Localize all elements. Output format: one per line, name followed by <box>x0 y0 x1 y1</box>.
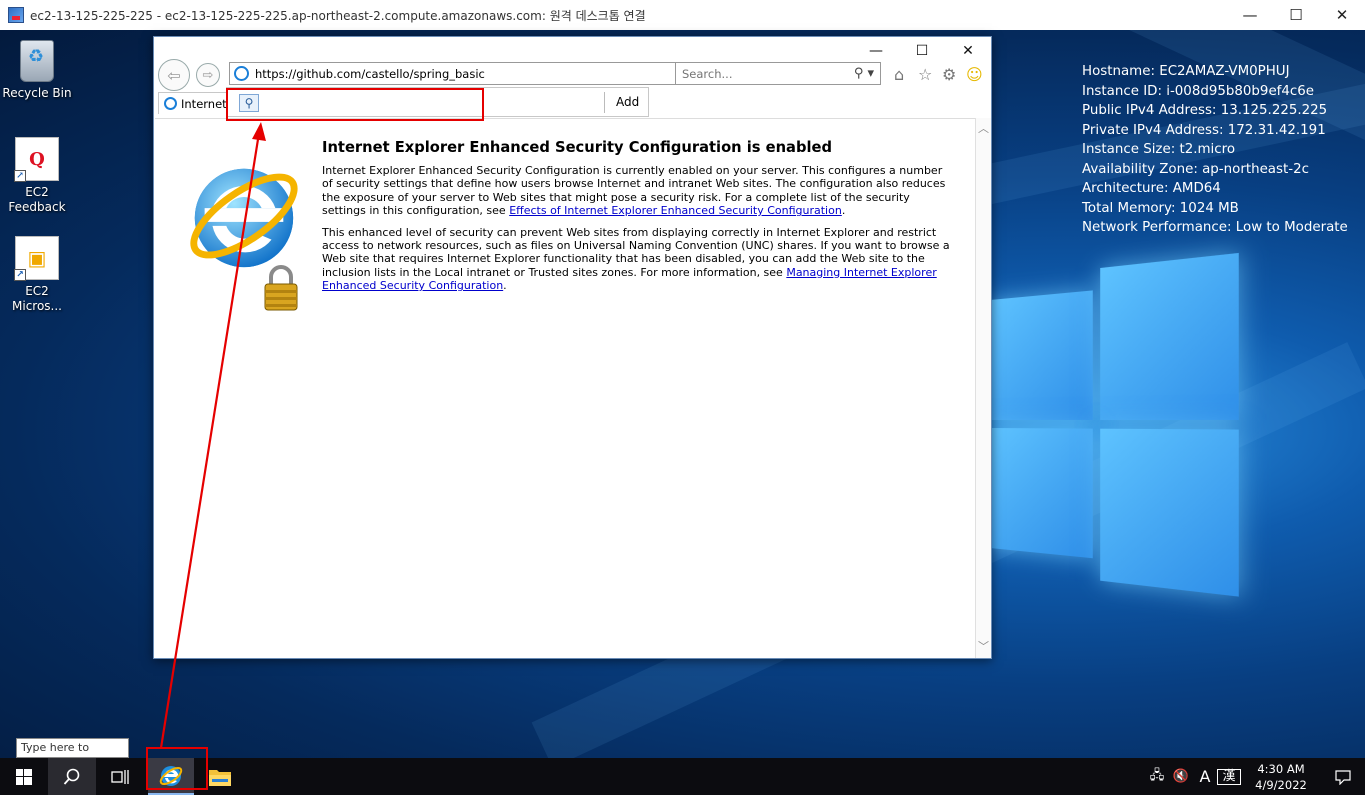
ie-close-button[interactable]: ✕ <box>945 37 991 65</box>
annotation-highlight-address <box>226 88 484 121</box>
back-button[interactable]: ⇦ <box>158 59 190 91</box>
feedback-app-icon: Q ↗ <box>14 137 59 182</box>
start-button[interactable] <box>0 758 48 795</box>
page-title: Internet Explorer Enhanced Security Conf… <box>322 139 832 156</box>
search-button[interactable] <box>48 758 96 795</box>
notification-icon <box>1335 769 1351 785</box>
sysinfo-line: Instance Size: t2.micro <box>1082 142 1236 157</box>
page-content: Internet Explorer Enhanced Security Conf… <box>155 118 975 658</box>
task-view-icon <box>111 769 129 784</box>
search-tooltip: Type here to search <box>16 738 129 772</box>
sysinfo-line: Public IPv4 Address: 13.125.225.225 <box>1082 103 1328 118</box>
divider <box>604 92 605 113</box>
vertical-scrollbar[interactable]: ︿ ﹀ <box>975 118 991 658</box>
esc-message: Internet Explorer Enhanced Security Conf… <box>322 139 952 301</box>
network-icon[interactable]: 🖧 <box>1145 766 1169 788</box>
korean-ime-indicator[interactable]: 漢 <box>1217 768 1241 785</box>
scroll-up-icon: ︿ <box>978 122 989 135</box>
input-method-indicator[interactable]: A <box>1193 767 1217 786</box>
feedback-smiley-icon[interactable]: ☺ <box>966 65 983 84</box>
link-effects-esc[interactable]: Effects of Internet Explorer Enhanced Se… <box>509 204 842 217</box>
clock-date: 4/9/2022 <box>1255 777 1307 792</box>
action-center-button[interactable] <box>1321 769 1365 785</box>
search-box[interactable]: ⚲ ▾ <box>675 62 881 85</box>
ie-page-icon <box>234 66 249 81</box>
clock-time: 4:30 AM <box>1257 761 1305 776</box>
sysinfo-line: Hostname: EC2AMAZ-VM0PHUJ <box>1082 64 1290 79</box>
sysinfo-line: Network Performance: Low to Moderate <box>1082 220 1348 235</box>
desktop-icon-ec2-feedback[interactable]: Q ↗ EC2 Feedback <box>2 137 72 215</box>
shortcut-arrow-icon: ↗ <box>14 170 26 182</box>
settings-gear-icon[interactable]: ⚙ <box>942 65 956 84</box>
bginfo-system-info: Hostname: EC2AMAZ-VM0PHUJ Instance ID: i… <box>1082 62 1348 238</box>
sysinfo-line: Instance ID: i-008d95b80b9ef4c6e <box>1082 83 1315 99</box>
forward-arrow-icon: ⇨ <box>202 67 214 83</box>
rdp-minimize-button[interactable]: — <box>1227 0 1273 30</box>
address-input[interactable] <box>255 66 655 81</box>
back-arrow-icon: ⇦ <box>167 65 181 85</box>
shortcut-arrow-icon: ↗ <box>14 269 26 281</box>
search-icon[interactable]: ⚲ ▾ <box>854 66 874 81</box>
clock[interactable]: 4:30 AM 4/9/2022 <box>1241 761 1321 793</box>
search-icon <box>63 768 80 785</box>
annotation-highlight-taskbar-ie <box>146 747 208 790</box>
windows-logo-wallpaper <box>990 241 1239 599</box>
windows-start-icon <box>16 768 32 785</box>
desktop-icon-recycle-bin[interactable]: Recycle Bin <box>2 40 72 101</box>
home-icon[interactable]: ⌂ <box>894 65 904 84</box>
system-tray: 🖧 🔇 A 漢 4:30 AM 4/9/2022 <box>1145 758 1365 795</box>
sysinfo-line: Architecture: AMD64 <box>1082 181 1221 196</box>
remote-desktop-icon <box>8 7 24 23</box>
forward-button[interactable]: ⇨ <box>196 63 220 87</box>
internet-explorer-window: — ☐ ✕ ⇦ ⇨ ▾ → ⚲ ▾ ⌂ ☆ ⚙ ☺ Internet ⚲ Add <box>153 36 992 659</box>
internet-explorer-logo-icon <box>190 168 298 268</box>
sysinfo-line: Total Memory: 1024 MB <box>1082 200 1239 216</box>
add-button[interactable]: Add <box>616 95 639 109</box>
folder-icon <box>209 769 231 786</box>
rdp-maximize-button[interactable]: ☐ <box>1273 0 1319 30</box>
scroll-down-icon: ﹀ <box>978 640 989 653</box>
rdp-close-button[interactable]: ✕ <box>1319 0 1365 30</box>
tab-internet[interactable]: Internet <box>158 92 228 114</box>
ie-maximize-button[interactable]: ☐ <box>899 37 945 65</box>
paragraph-2: This enhanced level of security can prev… <box>322 225 950 293</box>
rdp-window-title: ec2-13-125-225-225 - ec2-13-125-225-225.… <box>30 8 646 23</box>
sysinfo-line: Availability Zone: ap-northeast-2c <box>1082 161 1309 177</box>
package-app-icon: ▣ ↗ <box>14 236 59 281</box>
task-view-button[interactable] <box>96 758 144 795</box>
volume-muted-icon[interactable]: 🔇 <box>1169 769 1193 784</box>
sysinfo-line: Private IPv4 Address: 172.31.42.191 <box>1082 122 1326 138</box>
paragraph-1: Internet Explorer Enhanced Security Conf… <box>322 164 946 218</box>
favorites-star-icon[interactable]: ☆ <box>918 65 932 84</box>
desktop-icon-ec2-microsoft[interactable]: ▣ ↗ EC2 Micros... <box>2 236 72 314</box>
rdp-title-bar: ec2-13-125-225-225 - ec2-13-125-225-225.… <box>0 0 1365 30</box>
padlock-icon <box>264 265 298 311</box>
search-input[interactable] <box>682 66 832 81</box>
ie-minimize-button[interactable]: — <box>853 37 899 65</box>
recycle-bin-icon <box>20 40 54 82</box>
ie-tab-icon <box>164 97 177 110</box>
